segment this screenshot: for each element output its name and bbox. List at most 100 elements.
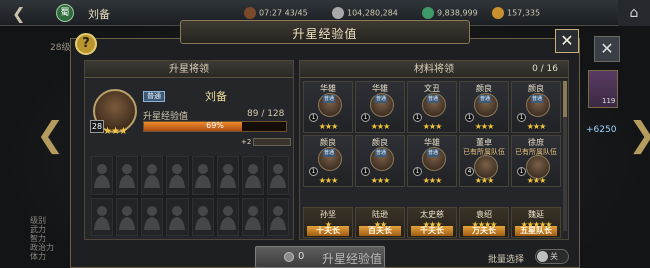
rank-card[interactable]: 袁绍 ★★★★ 万夫长 bbox=[459, 207, 509, 238]
silhouette-icon bbox=[94, 164, 111, 189]
exp-gain-pips bbox=[253, 138, 291, 146]
material-card[interactable]: 文丑 普通 1 ★★★ bbox=[407, 81, 457, 133]
silhouette-icon bbox=[219, 205, 236, 230]
help-button[interactable]: ? bbox=[75, 33, 97, 55]
exp-gain-text: +2 bbox=[241, 138, 252, 146]
batch-select-toggle[interactable]: 关 bbox=[535, 249, 569, 264]
empty-slot[interactable] bbox=[191, 197, 214, 236]
prev-hero-arrow-icon[interactable]: ❮ bbox=[36, 118, 65, 152]
material-card[interactable]: 颜良 普通 1 ★★★ bbox=[511, 81, 561, 133]
card-level: 1 bbox=[309, 167, 318, 176]
card-rarity-badge: 普通 bbox=[375, 149, 388, 157]
rank-card[interactable]: 陆逊 ★★ 百夫长 bbox=[355, 207, 405, 238]
empty-slot[interactable] bbox=[116, 197, 139, 236]
silhouette-icon bbox=[194, 205, 211, 230]
modal-title: 升星经验值 bbox=[292, 27, 358, 41]
material-card[interactable]: 颜良 普通 1 ★★★ bbox=[355, 135, 405, 187]
material-card[interactable]: 华雄 普通 1 ★★★ bbox=[303, 81, 353, 133]
silver-display: 104,280,284 bbox=[332, 7, 398, 19]
silhouette-icon bbox=[194, 164, 211, 189]
material-card[interactable]: 颜良 普通 1 ★★★ bbox=[459, 81, 509, 133]
rank-card[interactable]: 魏延 ★★★★★ 五星队长 bbox=[511, 207, 561, 238]
material-card[interactable]: 华雄 普通 1 ★★★ bbox=[407, 135, 457, 187]
stamina-icon bbox=[244, 7, 256, 19]
material-card[interactable]: 徐庶 已有所属队伍 1 ★★★ bbox=[511, 135, 561, 187]
card-rarity-badge: 普通 bbox=[323, 149, 336, 157]
material-count: 0 / 16 bbox=[532, 64, 558, 74]
empty-slot[interactable] bbox=[141, 197, 164, 236]
modal-close-button[interactable]: ✕ bbox=[555, 29, 579, 53]
exp-value: 89 / 128 bbox=[247, 109, 285, 119]
rank-name: 魏延 bbox=[528, 210, 544, 219]
silhouette-icon bbox=[244, 164, 261, 189]
batch-select-label: 批量选择 bbox=[488, 255, 525, 265]
card-level: 1 bbox=[309, 113, 318, 122]
card-stars: ★★★ bbox=[422, 176, 443, 185]
upgrade-label: 升星经验值 bbox=[322, 252, 383, 266]
empty-slot[interactable] bbox=[166, 156, 189, 195]
card-rarity-badge: 普通 bbox=[323, 95, 336, 103]
card-rarity-badge: 普通 bbox=[427, 149, 440, 157]
rank-name: 袁绍 bbox=[476, 210, 492, 219]
background-plus-value: +6250 bbox=[586, 125, 617, 135]
material-card[interactable]: 华雄 普通 1 ★★★ bbox=[355, 81, 405, 133]
background-level: 28级 bbox=[50, 43, 71, 53]
empty-slot[interactable] bbox=[216, 197, 239, 236]
upgrade-cost: 0 bbox=[298, 251, 305, 262]
card-stars: ★★★ bbox=[318, 176, 339, 185]
empty-slot[interactable] bbox=[216, 156, 239, 195]
silver-coin-icon bbox=[332, 7, 344, 19]
rank-card[interactable]: 太史慈 ★★★ 千夫长 bbox=[407, 207, 457, 238]
stat-label: 智力 bbox=[30, 234, 46, 243]
scrollbar-thumb[interactable] bbox=[563, 81, 567, 117]
card-rarity-badge: 普通 bbox=[375, 95, 388, 103]
upgrade-star-button[interactable]: 0 升星经验值 bbox=[255, 246, 385, 268]
rank-name: 孙坚 bbox=[320, 210, 336, 219]
card-rarity-badge: 普通 bbox=[427, 95, 440, 103]
card-stars: ★★★ bbox=[526, 122, 547, 131]
material-scrollbar[interactable] bbox=[563, 81, 567, 231]
empty-slot[interactable] bbox=[241, 197, 264, 236]
rank-title: 十夫长 bbox=[307, 226, 349, 236]
empty-slot[interactable] bbox=[91, 197, 114, 236]
card-stars: ★★★ bbox=[422, 122, 443, 131]
toggle-text: 关 bbox=[550, 252, 558, 261]
card-rarity-badge: 普通 bbox=[531, 95, 544, 103]
rank-title: 万夫长 bbox=[463, 226, 505, 236]
card-stars: ★★★ bbox=[474, 176, 495, 185]
empty-slot[interactable] bbox=[91, 156, 114, 195]
rank-title: 千夫长 bbox=[411, 226, 453, 236]
empty-slot[interactable] bbox=[141, 156, 164, 195]
card-level: 1 bbox=[517, 113, 526, 122]
rank-title: 五星队长 bbox=[515, 226, 557, 236]
material-card[interactable]: 董卓 已有所属队伍 4 ★★★ bbox=[459, 135, 509, 187]
material-panel-header: 材料将领 bbox=[300, 61, 568, 78]
empty-slot[interactable] bbox=[266, 156, 289, 195]
hero-name: 刘备 bbox=[205, 90, 227, 103]
silhouette-icon bbox=[219, 164, 236, 189]
card-level: 4 bbox=[465, 167, 474, 176]
empty-slot[interactable] bbox=[266, 197, 289, 236]
top-hero-name: 刘备 bbox=[88, 8, 110, 21]
empty-slot[interactable] bbox=[166, 197, 189, 236]
faction-badge: 蜀 bbox=[56, 4, 74, 22]
hero-rarity-badge: 普通 bbox=[143, 91, 165, 102]
card-stars: ★★★ bbox=[318, 122, 339, 131]
empty-slot[interactable] bbox=[241, 156, 264, 195]
rank-card[interactable]: 孙坚 ★ 十夫长 bbox=[303, 207, 353, 238]
background-stat-labels: 级别 武力 智力 政治力 体力 bbox=[30, 216, 54, 261]
back-arrow-icon[interactable]: ❮ bbox=[12, 4, 25, 23]
next-hero-arrow-icon[interactable]: ❯ bbox=[628, 118, 650, 152]
home-icon[interactable]: ⌂ bbox=[618, 0, 650, 26]
silhouette-icon bbox=[119, 164, 136, 189]
exp-percent-text: 69% bbox=[206, 121, 224, 130]
outer-close-icon[interactable]: ✕ bbox=[594, 36, 620, 62]
empty-slot[interactable] bbox=[191, 156, 214, 195]
card-level: 1 bbox=[517, 167, 526, 176]
stat-label: 体力 bbox=[30, 252, 46, 261]
silhouette-icon bbox=[169, 164, 186, 189]
material-card[interactable]: 颜良 普通 1 ★★★ bbox=[303, 135, 353, 187]
hero-level-badge: 28 bbox=[90, 120, 104, 133]
empty-slot[interactable] bbox=[116, 156, 139, 195]
card-stars: ★★★ bbox=[370, 122, 391, 131]
